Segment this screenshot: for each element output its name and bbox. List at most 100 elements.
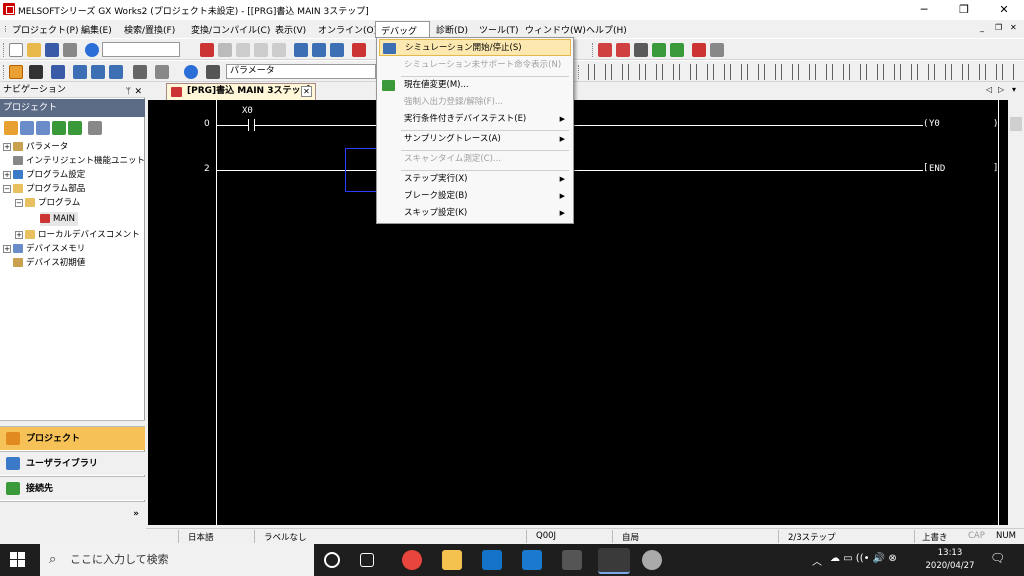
minimize-button[interactable]: ─ <box>904 0 944 20</box>
window-icon[interactable] <box>51 65 65 79</box>
parameter-field[interactable]: パラメータ <box>226 64 376 79</box>
scrollbar-thumb[interactable] <box>1010 117 1022 131</box>
tree-item-program[interactable]: − プログラム <box>15 196 80 210</box>
open-folder-icon[interactable] <box>27 43 41 57</box>
menu-item-sampling-trace[interactable]: サンプリングトレース(A) ▶ <box>379 131 571 148</box>
task-view-icon[interactable] <box>360 553 374 567</box>
gx-works-taskbar-icon[interactable] <box>598 548 630 574</box>
start-button[interactable] <box>10 552 26 568</box>
device-list-icon[interactable] <box>73 65 87 79</box>
coil-device-label[interactable]: Y0 <box>929 119 940 129</box>
tree-item-intelligent-unit[interactable]: インテリジェント機能ユニット <box>13 154 145 168</box>
notification-icon[interactable]: 🗨 <box>990 551 1005 565</box>
undo-icon[interactable] <box>254 43 268 57</box>
doc-minimize-button[interactable]: _ <box>980 23 984 32</box>
tab-prg-main[interactable]: [PRG]書込 MAIN 3ステップ ✕ <box>166 83 316 100</box>
tree-item-parameter[interactable]: + パラメータ <box>3 140 68 154</box>
expand-icon[interactable]: + <box>3 142 11 151</box>
expand-icon[interactable]: + <box>15 230 23 239</box>
menu-convert-compile[interactable]: 変換/コンパイル(C) <box>191 23 270 36</box>
toolbar-combo[interactable] <box>102 42 180 57</box>
clock-date[interactable]: 2020/04/27 <box>920 561 980 571</box>
ladder-symbol-buttons[interactable] <box>586 64 1016 80</box>
menu-help[interactable]: ヘルプ(H) <box>586 23 627 36</box>
menu-item-device-test[interactable]: 実行条件付きデバイステスト(E) ▶ <box>379 111 571 128</box>
menu-view[interactable]: 表示(V) <box>275 23 306 36</box>
sim-skip-icon[interactable] <box>634 43 648 57</box>
tray-icons[interactable]: ☁ ▭ ((• 🔊 ⊗ <box>830 553 897 564</box>
diagnostics-icon[interactable] <box>184 65 198 79</box>
menu-window[interactable]: ウィンドウ(W) <box>525 23 586 36</box>
menu-item-step-execution[interactable]: ステップ実行(X) ▶ <box>379 171 571 188</box>
taskbar-search-box[interactable]: ⌕ ここに入力して検索 <box>40 544 314 576</box>
nav-more-button[interactable]: » <box>0 501 145 526</box>
sim-break-icon[interactable] <box>616 43 630 57</box>
paint-icon[interactable] <box>642 550 662 570</box>
help-icon[interactable] <box>85 43 99 57</box>
find-icon[interactable] <box>155 65 169 79</box>
end-instruction[interactable]: END <box>929 164 945 174</box>
add-data-icon[interactable] <box>20 121 34 135</box>
monitor-icon[interactable] <box>692 43 706 57</box>
contact-x0[interactable] <box>248 119 249 131</box>
copy-icon[interactable] <box>218 43 232 57</box>
app-arrow-icon[interactable] <box>562 550 582 570</box>
clock-time[interactable]: 13:13 <box>920 548 980 558</box>
sim-run-icon[interactable] <box>652 43 666 57</box>
cross-reference-icon[interactable] <box>330 43 344 57</box>
menu-edit[interactable]: 編集(E) <box>81 23 112 36</box>
tree-item-local-device-comment[interactable]: + ローカルデバイスコメント <box>15 228 140 242</box>
sim-stop-icon[interactable] <box>670 43 684 57</box>
collapse-icon[interactable]: − <box>3 184 11 193</box>
nav-connection-button[interactable]: 接続先 <box>0 476 145 500</box>
new-file-icon[interactable] <box>9 43 23 57</box>
nav-user-library-button[interactable]: ユーザライブラリ <box>0 451 145 475</box>
project-view-icon[interactable] <box>9 65 23 79</box>
cut-icon[interactable] <box>200 43 214 57</box>
tab-prev-icon[interactable]: ◁ <box>986 85 992 94</box>
menu-item-forced-io[interactable]: 強制入出力登録/解除(F)... <box>379 94 571 111</box>
doc-close-button[interactable]: ✕ <box>1010 23 1017 32</box>
tab-close-icon[interactable]: ✕ <box>301 86 312 97</box>
expand-icon[interactable]: + <box>3 244 11 253</box>
lt-app-icon[interactable] <box>522 550 542 570</box>
redo-icon[interactable] <box>272 43 286 57</box>
tree-item-device-memory[interactable]: + デバイスメモリ <box>3 242 85 256</box>
chrome-icon[interactable] <box>402 550 422 570</box>
doc-restore-button[interactable]: ❐ <box>995 23 1002 32</box>
vertical-scrollbar[interactable] <box>1008 100 1024 525</box>
expand-icon[interactable]: + <box>3 170 11 179</box>
tree-item-program-setting[interactable]: + プログラム設定 <box>3 168 85 182</box>
monitor-stop-icon[interactable] <box>710 43 724 57</box>
sort-icon[interactable] <box>68 121 82 135</box>
maximize-button[interactable]: ❐ <box>944 0 984 20</box>
tree-item-main[interactable]: MAIN <box>40 212 79 226</box>
close-button[interactable]: ✕ <box>984 0 1024 20</box>
device-replace-icon[interactable] <box>312 43 326 57</box>
print-icon[interactable] <box>63 43 77 57</box>
parameter-icon[interactable] <box>206 65 220 79</box>
tab-menu-icon[interactable]: ▾ <box>1012 85 1016 94</box>
tree-item-program-parts[interactable]: − プログラム部品 <box>3 182 85 196</box>
refresh-icon[interactable] <box>52 121 66 135</box>
menu-item-unsupported-instructions[interactable]: シミュレーション未サポート命令表示(N) <box>379 57 571 74</box>
pin-icon[interactable]: ᛘ <box>126 84 131 100</box>
menu-item-modify-value[interactable]: 現在値変更(M)... <box>379 77 571 94</box>
menu-online[interactable]: オンライン(O) <box>318 23 377 36</box>
menu-diagnostics[interactable]: 診断(D) <box>436 23 468 36</box>
watch-icon[interactable] <box>133 65 147 79</box>
tree-item-device-initial-value[interactable]: デバイス初期値 <box>13 256 85 270</box>
collapse-icon[interactable]: − <box>15 198 23 207</box>
save-icon[interactable] <box>45 43 59 57</box>
paste-icon[interactable] <box>236 43 250 57</box>
menu-project[interactable]: プロジェクト(P) <box>12 23 78 36</box>
module-icon[interactable] <box>29 65 43 79</box>
menu-debug-open[interactable]: デバッグ(B) <box>375 21 430 47</box>
menu-item-skip-settings[interactable]: スキップ設定(K) ▶ <box>379 205 571 222</box>
new-data-icon[interactable] <box>4 121 18 135</box>
menu-item-simulation-start-stop[interactable]: シミュレーション開始/停止(S) <box>379 39 571 56</box>
file-explorer-icon[interactable] <box>442 550 462 570</box>
menu-find-replace[interactable]: 検索/置換(F) <box>124 23 175 36</box>
device-search-icon[interactable] <box>294 43 308 57</box>
menu-item-scan-time[interactable]: スキャンタイム測定(C)... <box>379 151 571 168</box>
